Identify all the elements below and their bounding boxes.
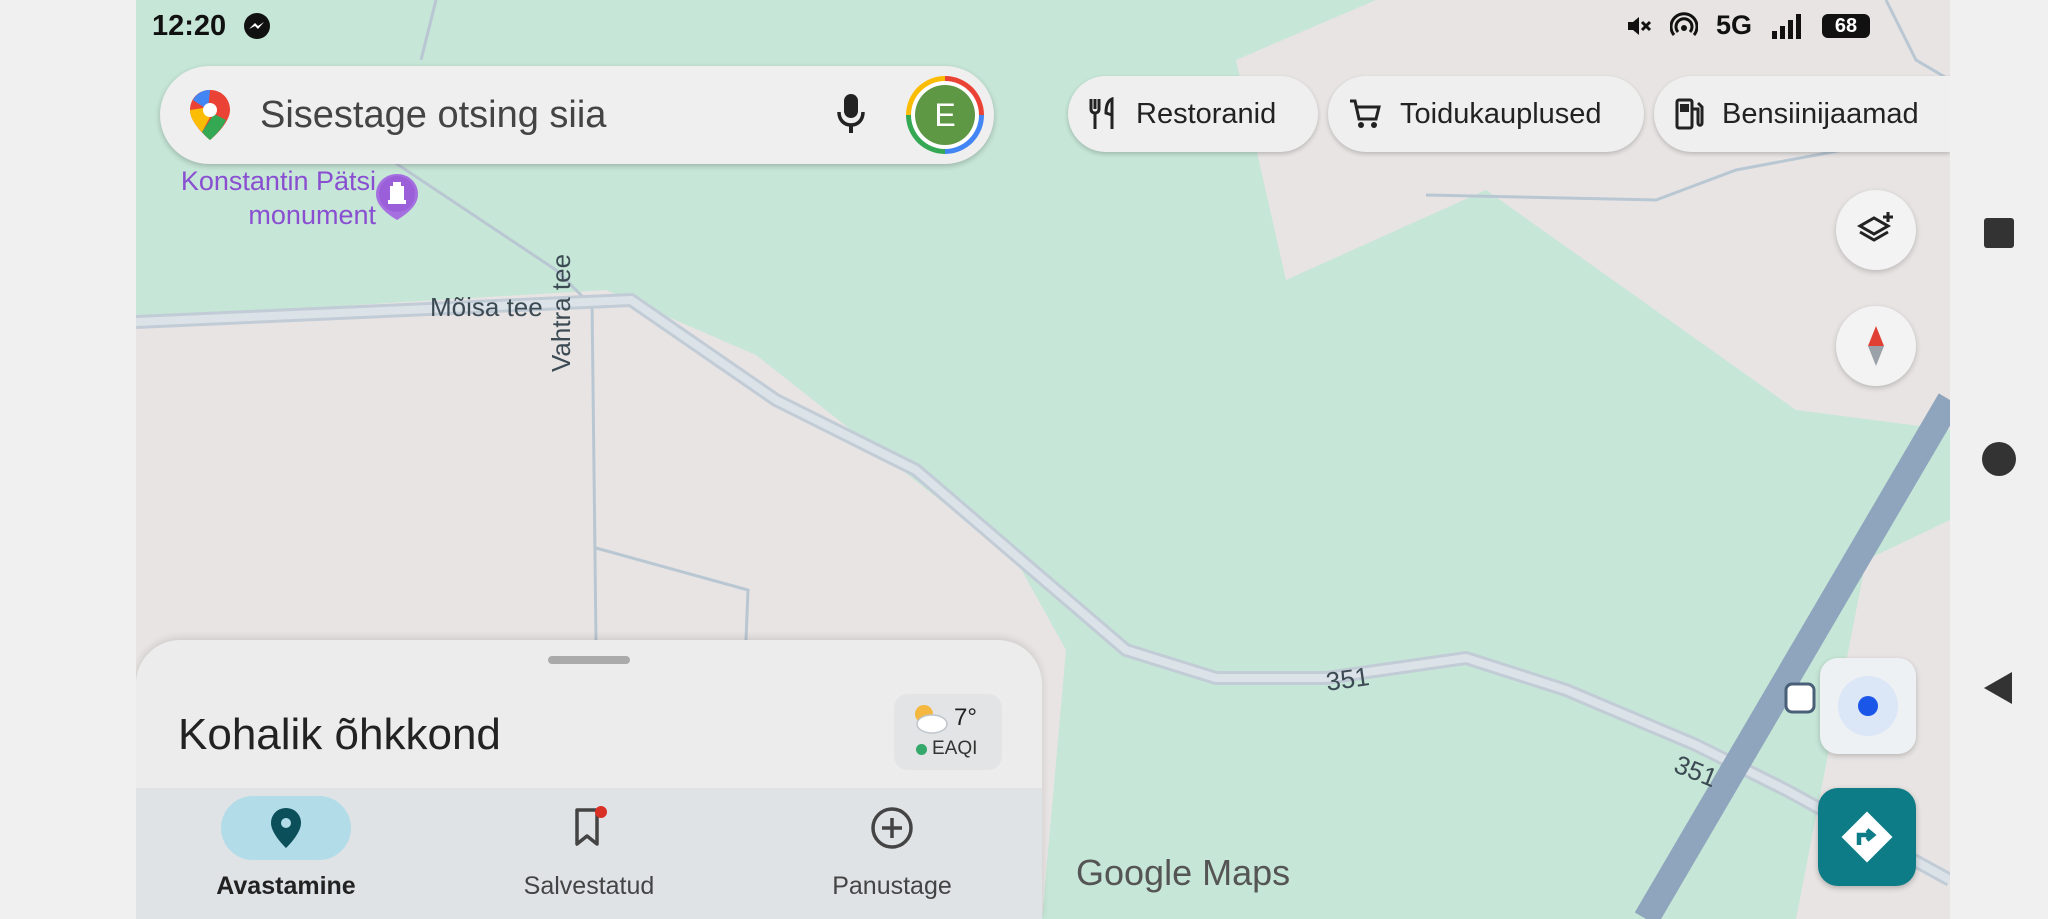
nav-label-avastamine: Avastamine xyxy=(216,872,356,900)
account-avatar[interactable]: E xyxy=(906,76,984,154)
nav-panustage[interactable]: Panustage xyxy=(742,788,1042,919)
air-quality-label: EAQI xyxy=(932,738,978,759)
gas-station-icon xyxy=(1675,98,1704,130)
layers-icon xyxy=(1856,212,1893,242)
layers-button[interactable] xyxy=(1836,190,1916,270)
bookmark-icon xyxy=(575,806,607,846)
compass-button[interactable] xyxy=(1836,306,1916,386)
weather-widget[interactable]: 7° EAQI xyxy=(894,694,1002,770)
nav-label-salvestatud: Salvestatud xyxy=(523,872,655,900)
explore-pin-icon xyxy=(271,808,301,848)
signal-icon xyxy=(1772,13,1801,39)
compass-icon xyxy=(1868,326,1884,366)
nav-avastamine[interactable]: Avastamine xyxy=(136,788,436,919)
chip-label-bensiinijaamad: Bensiinijaamad xyxy=(1722,97,1919,130)
back-button[interactable] xyxy=(1982,670,2014,706)
avatar-letter: E xyxy=(915,85,975,145)
chip-restoranid[interactable]: Restoranid xyxy=(1068,76,1318,152)
nav-label-panustage: Panustage xyxy=(832,872,952,900)
avatar-border: E xyxy=(911,81,979,149)
maps-pin-logo-icon xyxy=(190,90,230,140)
my-location-button[interactable] xyxy=(1820,658,1916,754)
messenger-icon xyxy=(244,13,270,39)
restaurant-icon xyxy=(1089,97,1114,129)
search-bar[interactable]: Sisestage otsing siia E xyxy=(160,66,994,164)
home-button[interactable] xyxy=(1982,442,2016,476)
route-label-351: 351 xyxy=(1324,661,1372,697)
chip-label-toidukauplused: Toidukauplused xyxy=(1400,97,1602,130)
maps-screen: Mõisa tee Vahtra tee 351 351 Konstantin … xyxy=(136,0,1950,919)
street-label-moisa-tee: Mõisa tee xyxy=(430,292,543,322)
poi-label[interactable]: Konstantin Pätsi monument xyxy=(152,164,376,232)
air-quality-dot xyxy=(916,744,927,755)
search-input[interactable]: Sisestage otsing siia xyxy=(260,94,606,137)
poi-name-line2: monument xyxy=(248,200,376,230)
mute-icon xyxy=(1627,16,1652,35)
add-circle-icon xyxy=(871,807,913,849)
nav-salvestatud[interactable]: Salvestatud xyxy=(439,788,739,919)
directions-icon xyxy=(1841,811,1893,863)
network-type: 5G xyxy=(1715,10,1752,40)
status-bar: 12:20 5G 68 xyxy=(136,0,1950,52)
weather-temperature: 7° xyxy=(954,704,977,731)
sheet-title: Kohalik õhkkond xyxy=(178,710,501,759)
chip-bensiinijaamad[interactable]: Bensiinijaamad xyxy=(1654,76,1950,152)
chip-label-restoranid: Restoranid xyxy=(1136,97,1277,130)
transit-stop-icon xyxy=(1784,682,1816,714)
chip-toidukauplused[interactable]: Toidukauplused xyxy=(1328,76,1644,152)
hotspot-icon xyxy=(1669,11,1698,36)
microphone-icon[interactable] xyxy=(836,92,866,136)
poi-name-line1: Konstantin Pätsi xyxy=(180,166,376,196)
sheet-drag-handle[interactable] xyxy=(548,656,630,664)
battery-icon: 68 xyxy=(1822,13,1870,38)
status-icons: 5G 68 xyxy=(1624,10,1870,41)
status-time: 12:20 xyxy=(152,10,227,42)
directions-button[interactable] xyxy=(1818,788,1916,886)
partly-cloudy-icon xyxy=(915,705,948,734)
street-label-vahtra-tee: Vahtra tee xyxy=(546,253,576,372)
recents-button[interactable] xyxy=(1984,218,2014,248)
google-maps-logo: Google Maps xyxy=(1076,852,1291,893)
my-location-icon xyxy=(1838,676,1898,736)
cart-icon xyxy=(1350,99,1381,128)
system-navigation xyxy=(1950,0,2048,919)
bottom-navigation: Avastamine Salvestatud Panustage xyxy=(136,788,1042,919)
monument-icon[interactable] xyxy=(374,172,420,224)
